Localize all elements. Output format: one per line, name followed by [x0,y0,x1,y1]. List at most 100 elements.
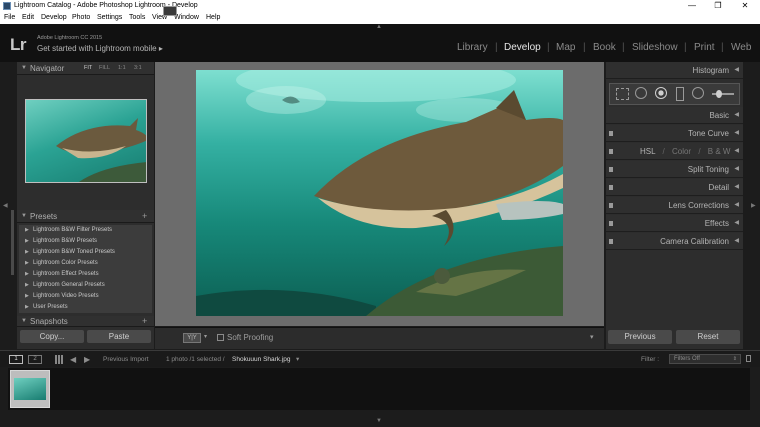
hsl-tab[interactable]: HSL [640,147,655,156]
preset-folder[interactable]: ▶ Lightroom B&W Filter Presets [19,225,152,236]
module-separator: | [547,42,550,53]
spot-removal-icon[interactable] [635,87,647,99]
preset-folder[interactable]: ▶ Lightroom General Presets [19,280,152,291]
module-web[interactable]: Web [731,42,751,53]
preset-folder[interactable]: ▶ Lightroom Effect Presets [19,269,152,280]
back-arrow-icon[interactable]: ◀ [70,351,76,368]
presets-header[interactable]: ▼ Presets + [17,210,154,223]
filename-dropdown-icon[interactable]: ▾ [296,351,299,368]
zoom-1-1[interactable]: 1:1 [118,62,126,75]
menu-bar: File Edit Develop Photo Settings Tools V… [0,12,760,24]
panel-switch-icon[interactable] [609,203,613,208]
preset-folder[interactable]: ▶ Lightroom Color Presets [19,258,152,269]
menu-file[interactable]: File [4,12,15,24]
module-develop[interactable]: Develop [504,42,541,53]
graduated-filter-icon[interactable] [676,87,684,101]
disclosure-right-icon: ▶ [25,282,29,288]
lock-icon[interactable] [746,355,751,362]
module-separator: | [684,42,687,53]
collapse-left-icon[interactable]: ◀ [3,202,8,209]
filmstrip-thumbnail[interactable] [10,370,50,408]
grid-view-icon[interactable] [55,355,64,364]
menu-help[interactable]: Help [206,12,220,24]
panel-switch-icon[interactable] [609,221,613,226]
section-split-toning[interactable]: Split Toning ◀ [606,161,743,178]
menu-photo[interactable]: Photo [72,12,90,24]
add-snapshot-icon[interactable]: + [142,316,147,327]
menu-settings[interactable]: Settings [97,12,122,24]
zoom-3-1[interactable]: 3:1 [134,62,142,75]
navigator-header[interactable]: ▼ Navigator FIT FILL 1:1 3:1 [17,62,154,75]
left-scrollbar[interactable] [11,210,14,275]
disclosure-right-icon: ▶ [25,238,29,244]
main-photo[interactable] [196,70,563,316]
forward-arrow-icon[interactable]: ▶ [84,351,90,368]
menu-window[interactable]: Window [174,12,199,24]
previous-button[interactable]: Previous [608,330,672,344]
section-effects[interactable]: Effects ◀ [606,215,743,232]
toolbar-menu-icon[interactable]: ▾ [590,333,594,341]
minimize-button[interactable]: — [680,0,704,12]
brush-tip-icon [716,90,722,98]
paste-button[interactable]: Paste [87,330,151,343]
soft-proofing-checkbox[interactable] [217,334,224,341]
source-label[interactable]: Previous Import [103,351,149,368]
maximize-button[interactable]: ❐ [706,0,730,12]
color-tab[interactable]: Color [672,147,691,156]
red-eye-icon[interactable] [655,87,667,99]
loupe-view-button[interactable] [163,6,177,16]
radial-filter-icon[interactable] [692,87,704,99]
snapshots-header[interactable]: ▼ Snapshots + [17,316,154,327]
close-button[interactable]: ✕ [733,0,757,12]
crop-tool-icon[interactable] [616,88,629,100]
menu-edit[interactable]: Edit [22,12,34,24]
mobile-link-label: Get started with Lightroom mobile [37,44,157,53]
panel-switch-icon[interactable] [609,239,613,244]
collapse-right-icon[interactable]: ▶ [751,202,756,209]
navigator-preview[interactable] [25,99,147,183]
section-detail[interactable]: Detail ◀ [606,179,743,196]
preset-folder[interactable]: ▶ User Presets [19,302,152,313]
module-slideshow[interactable]: Slideshow [632,42,678,53]
zoom-fill[interactable]: FILL [99,62,110,75]
menu-tools[interactable]: Tools [129,12,145,24]
collapse-bottom-icon[interactable]: ▼ [376,418,382,424]
section-lens-corrections[interactable]: Lens Corrections ◀ [606,197,743,214]
disclosure-left-icon: ◀ [734,238,739,244]
section-hsl[interactable]: HSL / Color / B & W ◀ [606,143,743,160]
bw-tab[interactable]: B & W [708,147,731,156]
module-print[interactable]: Print [694,42,715,53]
panel-switch-icon[interactable] [609,149,613,154]
preset-folder[interactable]: ▶ Lightroom B&W Toned Presets [19,247,152,258]
histogram-header[interactable]: Histogram ◀ [606,62,743,79]
before-after-dropdown-icon[interactable]: ▾ [204,333,207,340]
section-tone-curve[interactable]: Tone Curve ◀ [606,125,743,142]
disclosure-left-icon: ◀ [734,184,739,190]
mobile-link[interactable]: Get started with Lightroom mobile ▸ [37,44,163,53]
collapse-top-icon[interactable]: ▲ [376,24,382,30]
second-window-button[interactable]: 2 [28,355,42,364]
preset-folder[interactable]: ▶ Lightroom B&W Presets [19,236,152,247]
module-map[interactable]: Map [556,42,575,53]
zoom-fit[interactable]: FIT [84,62,92,75]
panel-switch-icon[interactable] [609,167,613,172]
filter-select[interactable]: Filters Off ⇕ [669,354,741,364]
panel-switch-icon[interactable] [609,185,613,190]
filename-label[interactable]: Shokuuun Shark.jpg [232,351,291,368]
before-after-button[interactable]: Y|Y [183,333,201,343]
section-camera-calibration[interactable]: Camera Calibration ◀ [606,233,743,250]
panel-switch-icon[interactable] [609,131,613,136]
disclosure-right-icon: ▶ [25,271,29,277]
navigator-shark-image [56,118,146,182]
section-basic[interactable]: Basic ◀ [606,107,743,124]
copy-button[interactable]: Copy... [20,330,84,343]
preset-folder[interactable]: ▶ Lightroom Video Presets [19,291,152,302]
menu-develop[interactable]: Develop [41,12,67,24]
module-book[interactable]: Book [593,42,616,53]
add-preset-icon[interactable]: + [142,210,147,223]
module-separator: | [495,42,498,53]
main-window-button[interactable]: 1 [9,355,23,364]
reset-button[interactable]: Reset [676,330,740,344]
select-arrows-icon: ⇕ [732,356,737,362]
module-library[interactable]: Library [457,42,488,53]
